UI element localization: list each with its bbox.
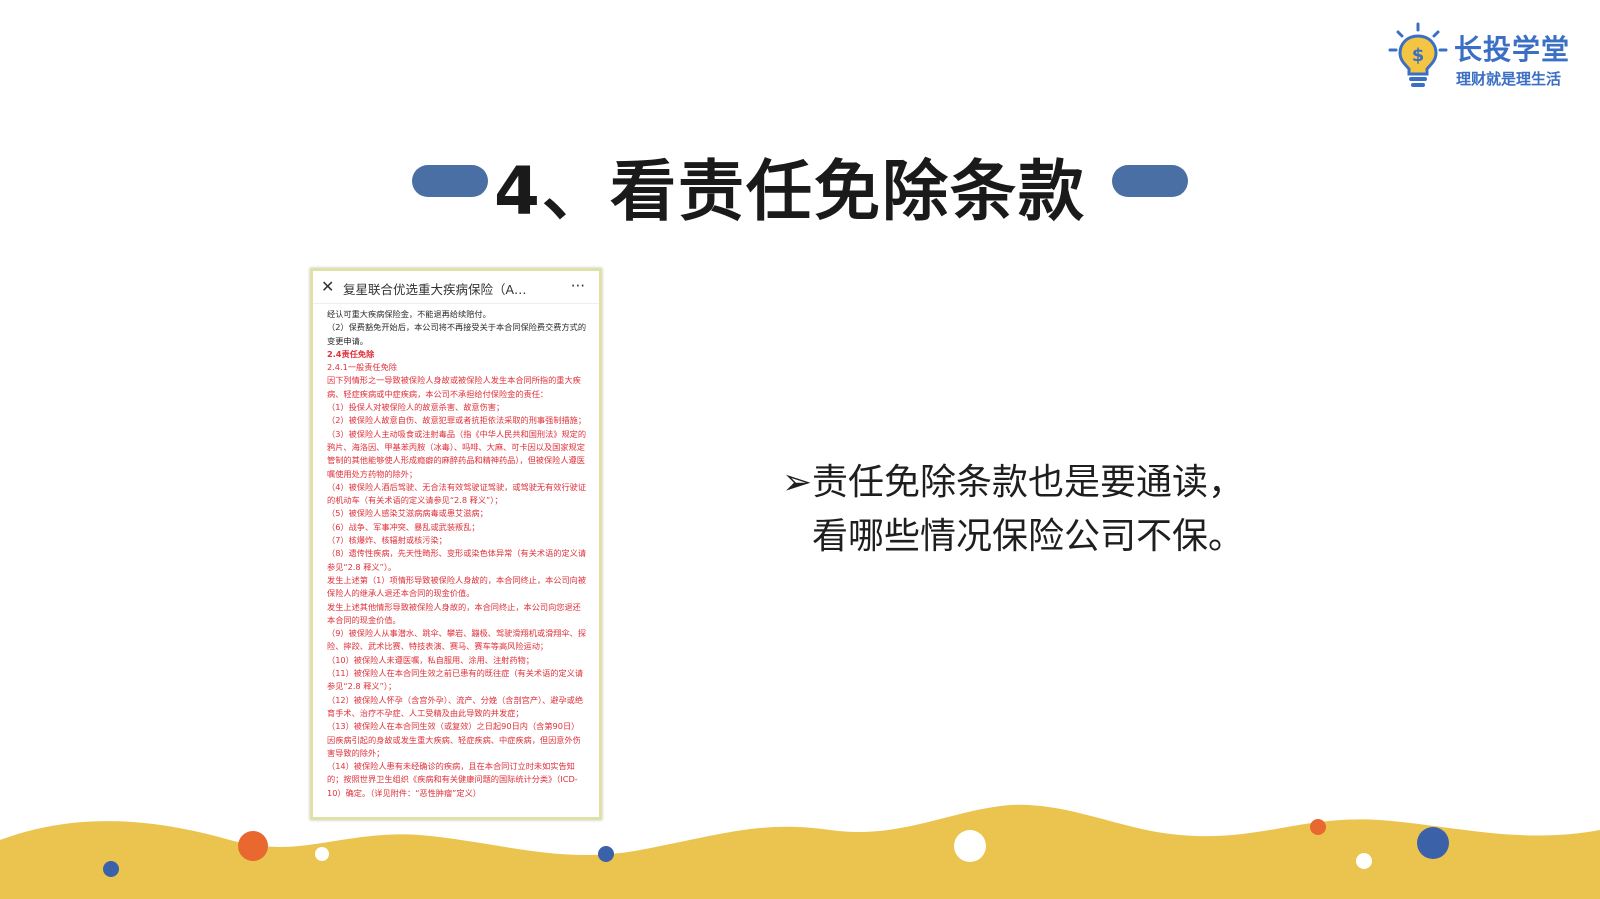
document-paragraph: （11）被保险人在本合同生效之前已患有的既往症（有关术语的定义请参见“2.8 释… [327, 668, 584, 692]
document-paragraph: （13）被保险人在本合同生效（或复效）之日起90日内（含第90日）因疾病引起的身… [327, 721, 581, 758]
document-paragraph: （8）遗传性疾病，先天性畸形、变形或染色体异常（有关术语的定义请参见“2.8 释… [327, 548, 587, 572]
decor-dot-orange-large [238, 831, 268, 861]
document-body: 经认可重大疾病保险金，不能退再给续赔付。 （2）保费豁免开始后，本公司将不再接受关… [313, 304, 599, 800]
document-paragraph: （3）被保险人主动吸食或注射毒品（指《中华人民共和国刑法》规定的鸦片、海洛因、甲… [327, 428, 587, 479]
bottom-wave-decoration [0, 804, 1600, 899]
title-bar-left [412, 165, 488, 197]
decor-dot-blue-small [103, 861, 119, 877]
document-paragraph: （9）被保险人从事潜水、跳伞、攀岩、蹦极、驾驶滑翔机或滑翔伞、探险、摔跤、武术比… [327, 628, 587, 652]
document-paragraph: （12）被保险人怀孕（含宫外孕）、流产、分娩（含剖宫产）、避孕或绝育手术、治疗不… [327, 694, 584, 718]
decor-dot-white-large [954, 830, 986, 862]
document-paragraph: 2.4.1一般责任免除 [327, 362, 397, 373]
document-paragraph: （2）被保险人故意自伤、故意犯罪或者抗拒依法采取的刑事强制措施； [327, 415, 587, 426]
document-screenshot: ✕ 复星联合优选重大疾病保险（A… ··· 经认可重大疾病保险金，不能退再给续赔… [310, 268, 602, 820]
document-title: 复星联合优选重大疾病保险（A… [343, 282, 527, 297]
document-paragraph: （4）被保险人酒后驾驶、无合法有效驾驶证驾驶，或驾驶无有效行驶证的机动车（有关术… [327, 481, 587, 506]
lightbulb-dollar-icon: $ [1388, 22, 1448, 87]
document-paragraph: （6）战争、军事冲突、暴乱或武装叛乱； [327, 521, 480, 532]
document-header: ✕ 复星联合优选重大疾病保险（A… ··· [313, 271, 599, 304]
document-paragraph: （1）投保人对被保险人的故意杀害、故意伤害； [327, 402, 505, 413]
brand-name: 长投学堂 [1454, 33, 1571, 66]
bullet-line-1: 责任免除条款也是要通读， [812, 462, 1245, 503]
svg-text:$: $ [1412, 45, 1425, 66]
document-paragraph: （2）保费豁免开始后，本公司将不再接受关于本合同保险费交费方式的变更申请。 [327, 322, 587, 346]
document-paragraph: （5）被保险人感染艾滋病病毒或患艾滋病； [327, 508, 488, 519]
decor-dot-white-small [315, 847, 329, 861]
document-paragraph: 2.4责任免除 [327, 348, 375, 359]
document-paragraph: 因下列情形之一导致被保险人身故或被保险人发生本合同所指的重大疾病、轻症疾病或中症… [327, 375, 581, 399]
document-paragraph: 发生上述第（1）项情形导致被保险人身故的，本合同终止，本公司向被保险人的继承人退… [327, 574, 587, 599]
arrow-bullet-icon: ➢ [782, 462, 813, 503]
decor-dot-blue-large [1417, 827, 1449, 859]
brand-slogan: 理财就是理生活 [1456, 70, 1562, 88]
close-icon[interactable]: ✕ [321, 277, 334, 296]
more-icon[interactable]: ··· [571, 277, 585, 295]
document-paragraph: （7）核爆炸、核辐射或核污染； [327, 535, 447, 546]
title-bar-right [1112, 165, 1188, 197]
bullet-line-2: 看哪些情况保险公司不保。 [812, 516, 1245, 557]
document-paragraph: 发生上述其他情形导致被保险人身故的，本合同终止，本公司向您退还本合同的现金价值。 [327, 601, 581, 625]
document-paragraph: （10）被保险人未遵医嘱，私自服用、涂用、注射药物； [327, 654, 534, 665]
decor-dot-orange-small [1310, 819, 1326, 835]
decor-dot-blue-mid [598, 846, 614, 862]
brand-logo: $ 长投学堂 理财就是理生活 [1388, 22, 1578, 92]
bullet-point: ➢责任免除条款也是要通读， 看哪些情况保险公司不保。 [782, 456, 1244, 564]
document-paragraph: 经认可重大疾病保险金，不能退再给续赔付。 [327, 309, 491, 319]
decor-dot-white-right [1356, 853, 1372, 869]
slide-title: 4、看责任免除条款 [494, 153, 1086, 230]
